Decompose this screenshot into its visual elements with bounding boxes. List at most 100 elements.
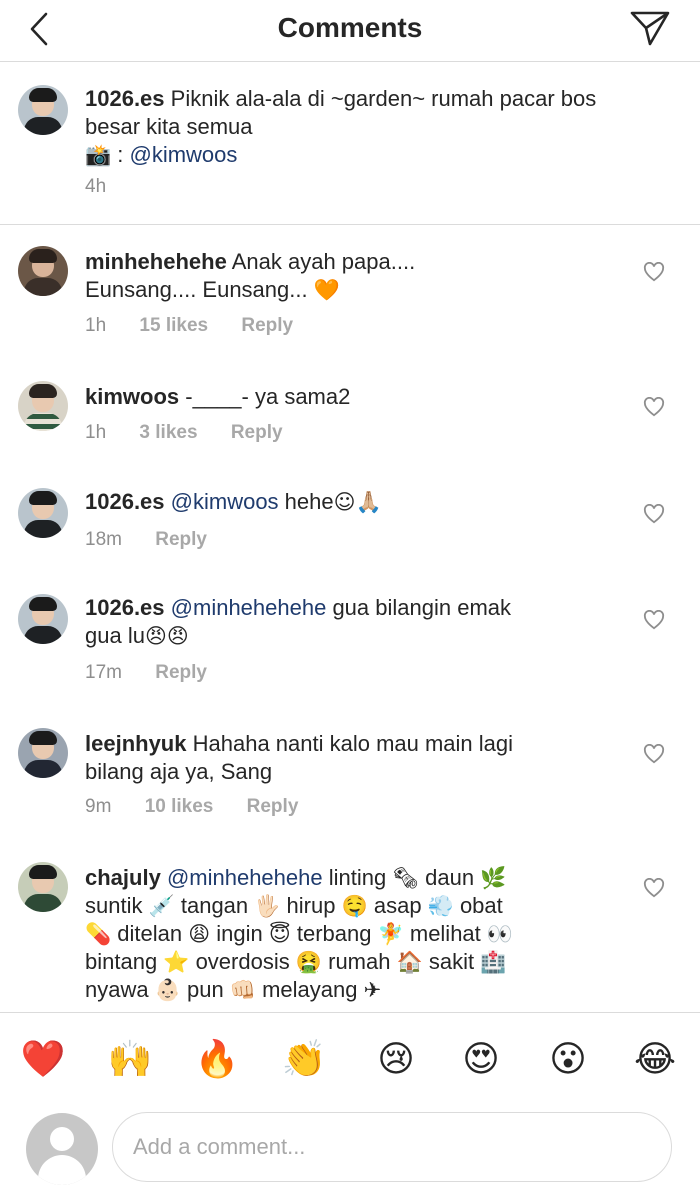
comment-time: 1h	[85, 422, 107, 443]
emoji-fire-button[interactable]: 🔥	[194, 1037, 240, 1083]
camera-emoji: 📸	[85, 143, 112, 167]
reply-button[interactable]: Reply	[231, 422, 283, 444]
comment-line-1: Anak ayah papa....	[231, 249, 416, 274]
fist-emoji: 👊🏻	[229, 978, 256, 1002]
comment-body: hehe	[278, 489, 334, 514]
avatar-body-shape	[38, 1155, 86, 1185]
comment-mention[interactable]: @minhehehehe	[167, 865, 323, 890]
word-tangan: tangan	[174, 893, 255, 918]
emoji-clap-button[interactable]: 👏	[281, 1037, 327, 1083]
avatar[interactable]	[18, 488, 68, 538]
caption-text: 1026.es Piknik ala-ala di ~garden~ rumah…	[85, 85, 620, 169]
page-title: Comments	[277, 12, 423, 43]
comment-text: chajuly @minhehehehe linting 🗞 daun 🌿 su…	[85, 864, 620, 1004]
comment-text: kimwoos -____- ya sama2	[85, 383, 620, 411]
star-emoji: ⭐	[163, 950, 190, 974]
emoji-heart-eyes-button[interactable]: 😍	[458, 1037, 504, 1083]
eyes-emoji: 👀	[486, 922, 514, 946]
avatar[interactable]	[18, 246, 68, 296]
baby-emoji: 👶🏻	[154, 978, 181, 1002]
word-obat: obat	[453, 893, 503, 918]
reply-button[interactable]: Reply	[155, 529, 207, 551]
avatar[interactable]	[18, 381, 68, 431]
word-melayang: melayang	[255, 977, 364, 1002]
herb-emoji: 🌿	[480, 866, 507, 890]
word-melihat: melihat	[403, 921, 487, 946]
caption-username[interactable]: 1026.es	[85, 86, 165, 111]
caption-mention[interactable]: @kimwoos	[130, 142, 238, 167]
avatar[interactable]	[18, 728, 68, 778]
drooling-emoji: 🤤	[341, 894, 368, 918]
airplane-emoji: ✈	[363, 978, 382, 1002]
comment-line-2: gua lu	[85, 623, 145, 648]
comment-text: minhehehehe Anak ayah papa.... Eunsang..…	[85, 248, 620, 304]
comment-likes[interactable]: 10 likes	[145, 796, 214, 818]
comment-username[interactable]: kimwoos	[85, 384, 179, 409]
syringe-emoji: 💉	[148, 894, 175, 918]
smile-pray-emoji: ☺🙏🏼	[333, 490, 382, 514]
word-linting: linting	[322, 865, 393, 890]
heart-outline-icon[interactable]	[643, 397, 665, 417]
comment-meta: 9m 10 likes Reply	[85, 796, 326, 818]
comment-username[interactable]: 1026.es	[85, 595, 165, 620]
comment-username[interactable]: 1026.es	[85, 489, 165, 514]
emoji-raised-hands-button[interactable]: 🙌	[107, 1037, 153, 1083]
emoji-cry-button[interactable]: 😢	[373, 1037, 419, 1083]
comment-time: 1h	[85, 315, 107, 336]
caption-line-1: Piknik ala-ala di ~garden~ rumah pacar b…	[170, 86, 597, 111]
comment-mention[interactable]: @minhehehehe	[171, 595, 327, 620]
comment-text: 1026.es @kimwoos hehe☺🙏🏼	[85, 488, 620, 516]
comment-meta: 18m Reply	[85, 529, 235, 551]
emoji-laugh-button[interactable]: 😂	[632, 1037, 678, 1083]
vomit-emoji: 🤮	[295, 950, 322, 974]
emoji-heart-button[interactable]: ❤️	[20, 1037, 66, 1083]
reply-button[interactable]: Reply	[155, 662, 207, 684]
comment-username[interactable]: leejnhyuk	[85, 731, 186, 756]
word-rumah: rumah	[322, 949, 397, 974]
emoji-quick-bar: ❤️ 🙌 🔥 👏 😢 😍 😮 😂	[0, 1012, 700, 1106]
comment-input[interactable]	[112, 1112, 672, 1182]
word-suntik: suntik	[85, 893, 149, 918]
fairy-emoji: 🧚	[377, 922, 404, 946]
word-nyawa: nyawa	[85, 977, 155, 1002]
emoji-surprised-button[interactable]: 😮	[545, 1037, 591, 1083]
reply-button[interactable]: Reply	[247, 796, 299, 818]
pill-emoji: 💊	[85, 922, 112, 946]
word-ingin: ingin	[210, 921, 269, 946]
hospital-emoji: 🏥	[480, 950, 507, 974]
comment-username[interactable]: chajuly	[85, 865, 161, 890]
heart-outline-icon[interactable]	[643, 878, 665, 898]
word-overdosis: overdosis	[189, 949, 296, 974]
heart-outline-icon[interactable]	[643, 610, 665, 630]
comment-meta: 1h 15 likes Reply	[85, 315, 321, 337]
comment-body: -____- ya sama2	[185, 384, 351, 409]
avatar[interactable]	[18, 85, 68, 135]
word-ditelan: ditelan	[111, 921, 189, 946]
comment-meta: 1h 3 likes Reply	[85, 422, 311, 444]
halo-emoji: 😇	[268, 922, 291, 946]
comment-time: 18m	[85, 529, 122, 550]
avatar[interactable]	[18, 594, 68, 644]
comment-line-2: bilang aja ya, Sang	[85, 759, 273, 784]
angry-emoji: 😠😠	[144, 624, 189, 648]
word-sakit: sakit	[422, 949, 481, 974]
word-asap: asap	[367, 893, 428, 918]
comment-text: leejnhyuk Hahaha nanti kalo mau main lag…	[85, 730, 620, 786]
heart-outline-icon[interactable]	[643, 262, 665, 282]
share-button[interactable]	[628, 8, 672, 48]
heart-outline-icon[interactable]	[643, 744, 665, 764]
caption-meta: 4h	[85, 176, 134, 198]
comment-mention[interactable]: @kimwoos	[171, 489, 279, 514]
comment-likes[interactable]: 15 likes	[139, 315, 208, 337]
reply-button[interactable]: Reply	[241, 315, 293, 337]
comment-username[interactable]: minhehehehe	[85, 249, 227, 274]
comment-line-1: gua bilangin emak	[326, 595, 512, 620]
comment-list: minhehehehe Anak ayah papa.... Eunsang..…	[0, 226, 700, 1012]
word-bintang: bintang	[85, 949, 164, 974]
hand-emoji: 🖐🏻	[254, 894, 281, 918]
caption-time: 4h	[85, 176, 107, 197]
comment-likes[interactable]: 3 likes	[139, 422, 197, 444]
avatar[interactable]	[18, 862, 68, 912]
word-terbang: terbang	[290, 921, 378, 946]
heart-outline-icon[interactable]	[643, 504, 665, 524]
